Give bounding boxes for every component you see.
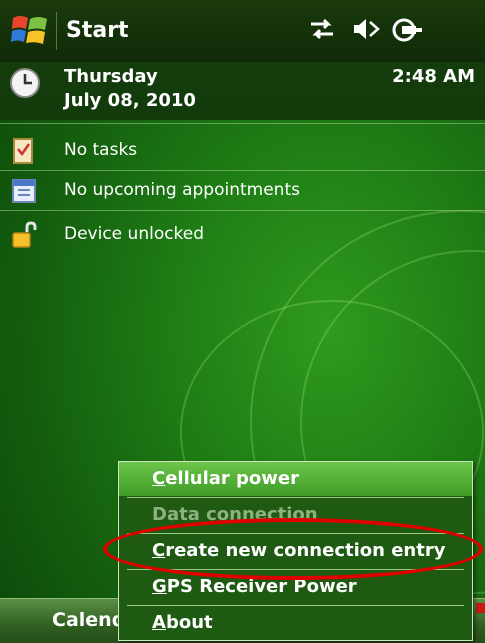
connectivity-icon[interactable]	[308, 16, 336, 46]
divider	[0, 123, 485, 124]
divider	[0, 210, 485, 211]
menu-item-mnemonic: G	[152, 576, 167, 597]
speaker-muted-icon[interactable]	[350, 16, 382, 46]
unlocked-padlock-icon	[10, 220, 40, 256]
softkey-right-edge	[476, 603, 485, 613]
today-date-row[interactable]: Thursday July 08, 2010 2:48 AM	[0, 62, 485, 120]
start-menu-label[interactable]: Start	[66, 18, 129, 43]
title-separator	[56, 12, 57, 50]
appointments-label: No upcoming appointments	[64, 180, 300, 200]
menu-item-mnemonic: A	[152, 612, 166, 633]
device-lock-label: Device unlocked	[64, 224, 205, 244]
menu-item-about[interactable]: About	[119, 606, 472, 640]
menu-item-label: ellular power	[165, 468, 300, 489]
highlight-annotation-ellipse	[103, 518, 483, 580]
appointments-row[interactable]: No upcoming appointments	[0, 170, 485, 210]
day-label: Thursday	[64, 66, 158, 87]
menu-item-label: bout	[165, 612, 213, 633]
battery-charging-icon[interactable]	[391, 16, 425, 48]
softkey-left-calendar[interactable]: Calend	[52, 609, 125, 631]
menu-item-cellular-power[interactable]: Cellular power	[119, 462, 472, 496]
title-bar: Start	[0, 0, 485, 63]
windows-flag-icon[interactable]	[10, 10, 50, 54]
date-label: July 08, 2010	[64, 90, 196, 111]
tasks-icon	[10, 136, 36, 170]
menu-item-mnemonic: C	[152, 468, 166, 489]
today-screen: Start Thursday July 08, 2010 2:48 AM No …	[0, 0, 485, 643]
device-lock-row[interactable]: Device unlocked	[0, 214, 485, 254]
tasks-label: No tasks	[64, 140, 138, 160]
clock-icon	[8, 66, 42, 104]
tasks-row[interactable]: No tasks	[0, 130, 485, 170]
time-label: 2:48 AM	[392, 66, 475, 87]
calendar-icon	[10, 176, 38, 210]
